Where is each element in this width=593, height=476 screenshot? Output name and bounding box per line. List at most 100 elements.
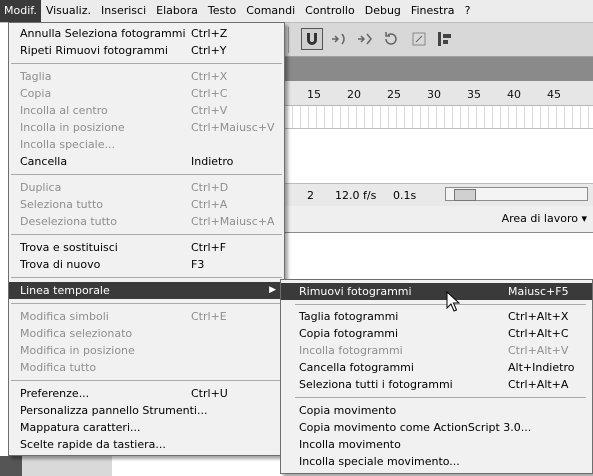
submenu-item-taglia-fotogrammi[interactable]: Taglia fotogrammi Ctrl+Alt+X: [281, 308, 592, 325]
menu-item-modifica-tutto[interactable]: Modifica tutto: [9, 359, 284, 376]
submenu-item-incolla-movimento[interactable]: Incolla movimento: [281, 436, 592, 453]
align-icon[interactable]: [435, 29, 455, 49]
edit-menu-dropdown: Annulla Seleziona fotogrammi Ctrl+Z Ripet…: [8, 22, 285, 456]
current-frame: 2: [307, 189, 314, 202]
smooth-icon[interactable]: [329, 29, 349, 49]
menu-item-label: Deseleziona tutto: [20, 215, 117, 228]
menu-controllo[interactable]: Controllo: [300, 0, 360, 22]
workspace-bar: Area di lavoro ▾: [285, 206, 593, 233]
straighten-icon[interactable]: [355, 29, 375, 49]
menu-visualiz[interactable]: Visualiz.: [41, 0, 96, 22]
timeline-frames[interactable]: [285, 106, 593, 129]
menu-item-label: Annulla Seleziona fotogrammi: [20, 27, 186, 40]
menu-separator: [295, 397, 586, 398]
submenu-item-incolla-speciale-movimento[interactable]: Incolla speciale movimento...: [281, 453, 592, 470]
menu-debug[interactable]: Debug: [360, 0, 406, 22]
menu-separator: [11, 277, 282, 278]
menu-item-incolla-speciale[interactable]: Incolla speciale...: [9, 136, 284, 153]
menu-item-label: Modifica selezionato: [20, 327, 133, 340]
menu-item-shortcut: Ctrl+V: [191, 104, 228, 117]
menu-item-shortcut: Ctrl+Y: [191, 44, 227, 57]
rotate-icon[interactable]: [381, 29, 401, 49]
menu-item-preferenze[interactable]: Preferenze... Ctrl+U: [9, 385, 284, 402]
menu-item-cancella[interactable]: Cancella Indietro: [9, 153, 284, 170]
menu-item-modifica-in-posizione[interactable]: Modifica in posizione: [9, 342, 284, 359]
workspace-dropdown[interactable]: Area di lavoro ▾: [502, 212, 587, 225]
menu-separator: [295, 304, 586, 305]
menu-item-modifica-simboli[interactable]: Modifica simboli Ctrl+E: [9, 308, 284, 325]
ruler-number: 35: [467, 88, 481, 101]
menu-item-copia[interactable]: Copia Ctrl+C: [9, 85, 284, 102]
menu-modif[interactable]: Modif.: [0, 0, 41, 22]
menu-separator: [11, 380, 282, 381]
menu-inserisci[interactable]: Inserisci: [96, 0, 151, 22]
menu-item-shortcut: Ctrl+D: [191, 181, 229, 194]
menu-item-shortcut: Ctrl+Maiusc+V: [191, 121, 275, 134]
menu-item-ripeti[interactable]: Ripeti Rimuovi fotogrammi Ctrl+Y: [9, 42, 284, 59]
menu-item-label: Incolla in posizione: [20, 121, 125, 134]
menu-item-label: Copia: [20, 87, 52, 100]
menu-separator: [11, 174, 282, 175]
menu-item-linea-temporale[interactable]: Linea temporale ▶: [9, 282, 284, 299]
menu-bar: Modif. Visualiz. Inserisci Elabora Testo…: [0, 0, 593, 23]
menu-item-shortcut: Ctrl+Alt+V: [508, 344, 569, 357]
menu-comandi[interactable]: Comandi: [241, 0, 300, 22]
menu-item-deseleziona-tutto[interactable]: Deseleziona tutto Ctrl+Maiusc+A: [9, 213, 284, 230]
menu-item-label: Modifica in posizione: [20, 344, 135, 357]
menu-item-label: Incolla fotogrammi: [299, 344, 403, 357]
menu-item-shortcut: Ctrl+Maiusc+A: [191, 215, 275, 228]
menu-item-label: Preferenze...: [20, 387, 90, 400]
menu-item-trova-sostituisci[interactable]: Trova e sostituisci Ctrl+F: [9, 239, 284, 256]
scrollbar-thumb[interactable]: [454, 189, 476, 201]
menu-item-label: Taglia: [20, 70, 52, 83]
mouse-cursor-icon: [446, 291, 460, 312]
submenu-item-copia-movimento-as3[interactable]: Copia movimento come ActionScript 3.0...: [281, 419, 592, 436]
submenu-item-copia-fotogrammi[interactable]: Copia fotogrammi Ctrl+Alt+C: [281, 325, 592, 342]
submenu-item-incolla-fotogrammi[interactable]: Incolla fotogrammi Ctrl+Alt+V: [281, 342, 592, 359]
menu-item-shortcut: Ctrl+F: [191, 241, 227, 254]
menu-testo[interactable]: Testo: [203, 0, 241, 22]
menu-item-label: Incolla movimento: [299, 438, 401, 451]
menu-item-annulla[interactable]: Annulla Seleziona fotogrammi Ctrl+Z: [9, 25, 284, 42]
menu-item-duplica[interactable]: Duplica Ctrl+D: [9, 179, 284, 196]
menu-item-label: Copia movimento come ActionScript 3.0...: [299, 421, 532, 434]
menu-item-mappatura-caratteri[interactable]: Mappatura caratteri...: [9, 419, 284, 436]
menu-item-label: Taglia fotogrammi: [299, 310, 399, 323]
menu-item-scelte-rapide[interactable]: Scelte rapide da tastiera...: [9, 436, 284, 453]
menu-item-incolla-centro[interactable]: Incolla al centro Ctrl+V: [9, 102, 284, 119]
submenu-item-cancella-fotogrammi[interactable]: Cancella fotogrammi Alt+Indietro: [281, 359, 592, 376]
menu-item-personalizza-strumenti[interactable]: Personalizza pannello Strumenti...: [9, 402, 284, 419]
timeline-horizontal-scrollbar[interactable]: [445, 187, 588, 201]
menu-finestra[interactable]: Finestra: [406, 0, 460, 22]
menu-item-label: Scelte rapide da tastiera...: [20, 438, 166, 451]
timeline-empty-area: [285, 129, 593, 182]
menu-item-incolla-posizione[interactable]: Incolla in posizione Ctrl+Maiusc+V: [9, 119, 284, 136]
submenu-item-seleziona-tutti-fotogrammi[interactable]: Seleziona tutti i fotogrammi Ctrl+Alt+A: [281, 376, 592, 393]
menu-separator: [11, 303, 282, 304]
menu-item-seleziona-tutto[interactable]: Seleziona tutto Ctrl+A: [9, 196, 284, 213]
magnet-icon[interactable]: [301, 28, 323, 50]
menu-help[interactable]: ?: [460, 0, 476, 22]
menu-item-shortcut: Ctrl+A: [191, 198, 228, 211]
menu-item-shortcut: Ctrl+Alt+X: [508, 310, 569, 323]
menu-item-modifica-selezionato[interactable]: Modifica selezionato: [9, 325, 284, 342]
menu-item-shortcut: Indietro: [191, 155, 234, 168]
submenu-item-copia-movimento[interactable]: Copia movimento: [281, 402, 592, 419]
menu-item-label: Modifica tutto: [20, 361, 97, 374]
submenu-item-rimuovi-fotogrammi[interactable]: Rimuovi fotogrammi Maiusc+F5: [281, 283, 592, 300]
menu-item-shortcut: Ctrl+Alt+A: [508, 378, 569, 391]
menu-item-label: Cancella fotogrammi: [299, 361, 414, 374]
menu-item-label: Incolla speciale movimento...: [299, 455, 460, 468]
menu-item-label: Linea temporale: [20, 284, 110, 297]
scale-icon[interactable]: [409, 29, 429, 49]
submenu-arrow-icon: ▶: [269, 285, 276, 295]
menu-item-shortcut: Alt+Indietro: [508, 361, 575, 374]
menu-item-label: Cancella: [20, 155, 68, 168]
menu-item-trova-di-nuovo[interactable]: Trova di nuovo F3: [9, 256, 284, 273]
menu-item-label: Copia movimento: [299, 404, 397, 417]
menu-item-label: Seleziona tutto: [20, 198, 103, 211]
ruler-number: 25: [387, 88, 401, 101]
menu-item-shortcut: F3: [191, 258, 205, 271]
menu-item-taglia[interactable]: Taglia Ctrl+X: [9, 68, 284, 85]
menu-elabora[interactable]: Elabora: [151, 0, 203, 22]
